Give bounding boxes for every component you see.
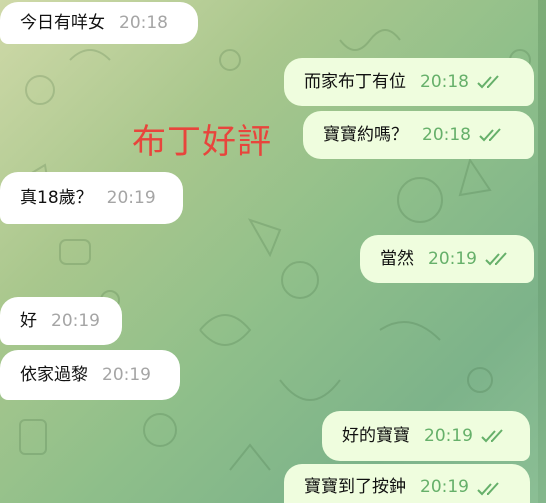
- message-text: 當然: [380, 248, 414, 269]
- double-check-icon: [479, 127, 501, 141]
- message-text: 好的寶寶: [342, 425, 410, 446]
- message-time: 20:18: [420, 71, 469, 92]
- message-time: 20:19: [51, 310, 100, 331]
- message-time: 20:18: [422, 124, 471, 145]
- message-time: 20:19: [428, 248, 477, 269]
- double-check-icon: [481, 428, 503, 442]
- message-text: 寶寶約嗎？: [323, 124, 408, 145]
- message-bubble-incoming[interactable]: 依家過黎 20:19: [0, 350, 180, 400]
- message-bubble-outgoing[interactable]: 寶寶約嗎？ 20:18: [303, 111, 534, 159]
- message-time: 20:19: [106, 187, 156, 208]
- double-check-icon: [477, 482, 499, 496]
- message-text: 而家布丁有位: [304, 71, 406, 92]
- message-bubble-outgoing[interactable]: 好的寶寶 20:19: [322, 411, 530, 461]
- message-text: 真18歲？: [20, 187, 93, 208]
- message-bubble-incoming[interactable]: 好 20:19: [0, 297, 122, 345]
- message-text: 今日有咩女: [20, 12, 105, 33]
- message-bubble-incoming[interactable]: 真18歲？ 20:19: [0, 172, 183, 224]
- chat-window: { "overlay_caption": "布丁好評", "messages":…: [0, 0, 546, 503]
- message-bubble-incoming[interactable]: 今日有咩女 20:18: [0, 2, 198, 44]
- message-bubble-outgoing[interactable]: 而家布丁有位 20:18: [284, 58, 534, 106]
- double-check-icon: [485, 251, 507, 265]
- message-time: 20:18: [119, 12, 168, 33]
- message-bubble-outgoing[interactable]: 當然 20:19: [360, 235, 534, 283]
- caption-overlay: 布丁好評: [132, 122, 272, 162]
- message-bubble-outgoing[interactable]: 寶寶到了按鈡 20:19: [284, 464, 530, 503]
- message-time: 20:19: [420, 477, 469, 497]
- scrollbar-track[interactable]: [538, 0, 546, 503]
- message-text: 好: [20, 310, 37, 331]
- message-time: 20:19: [102, 364, 151, 385]
- message-time: 20:19: [424, 425, 473, 446]
- message-text: 依家過黎: [20, 364, 88, 385]
- message-text: 寶寶到了按鈡: [304, 477, 406, 497]
- double-check-icon: [477, 74, 499, 88]
